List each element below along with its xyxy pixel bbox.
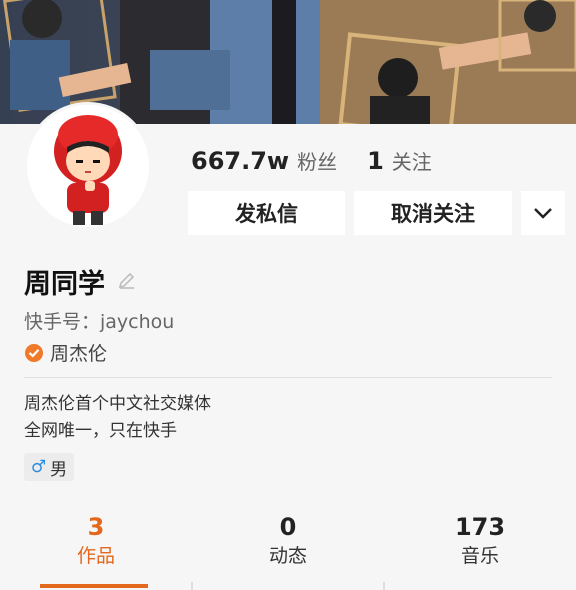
- tab-music[interactable]: 173 音乐: [384, 512, 576, 570]
- verified-badge: 周杰伦: [24, 339, 107, 366]
- verified-label: 周杰伦: [50, 343, 108, 365]
- profile-stats: 667.7w 粉丝 1 关注: [191, 146, 432, 182]
- tab-label: 作品: [76, 545, 115, 567]
- tab-works[interactable]: 3 作品: [0, 512, 192, 570]
- gender-tag: ♂ 男: [24, 453, 74, 481]
- send-message-button[interactable]: 发私信: [188, 191, 345, 235]
- divider: [24, 377, 552, 378]
- tab-separator: [191, 582, 193, 590]
- chevron-down-icon: [534, 208, 552, 219]
- edit-icon[interactable]: [117, 270, 137, 294]
- avatar-cartoon: [27, 105, 149, 227]
- tab-label: 音乐: [460, 545, 499, 567]
- profile-tabs: 3 作品 0 动态 173 音乐: [0, 500, 576, 590]
- active-tab-indicator: [40, 584, 148, 588]
- profile-name: 周同学: [24, 269, 105, 300]
- tab-count: 173: [454, 513, 506, 541]
- followers-count[interactable]: 667.7w: [191, 147, 289, 175]
- followers-label[interactable]: 粉丝: [297, 146, 337, 175]
- bio-line: 周杰伦首个中文社交媒体: [24, 394, 211, 414]
- unfollow-button[interactable]: 取消关注: [354, 191, 512, 235]
- tab-separator: [383, 582, 385, 590]
- bio-line: 全网唯一，只在快手: [24, 421, 177, 441]
- gender-label: 男: [50, 459, 68, 480]
- tab-moments[interactable]: 0 动态: [192, 512, 384, 570]
- verified-icon: [25, 343, 43, 362]
- following-count[interactable]: 1: [367, 147, 384, 175]
- kuaishou-id: 快手号：jaychou: [24, 311, 175, 333]
- following-label[interactable]: 关注: [392, 146, 432, 175]
- bio: 周杰伦首个中文社交媒体 全网唯一，只在快手: [24, 391, 211, 445]
- tab-count: 3: [87, 513, 105, 541]
- tab-label: 动态: [268, 545, 307, 567]
- male-icon: ♂: [30, 457, 47, 477]
- more-options-button[interactable]: [521, 191, 565, 235]
- name-row: 周同学: [24, 262, 137, 301]
- tab-count: 0: [279, 513, 297, 541]
- avatar[interactable]: [24, 102, 152, 230]
